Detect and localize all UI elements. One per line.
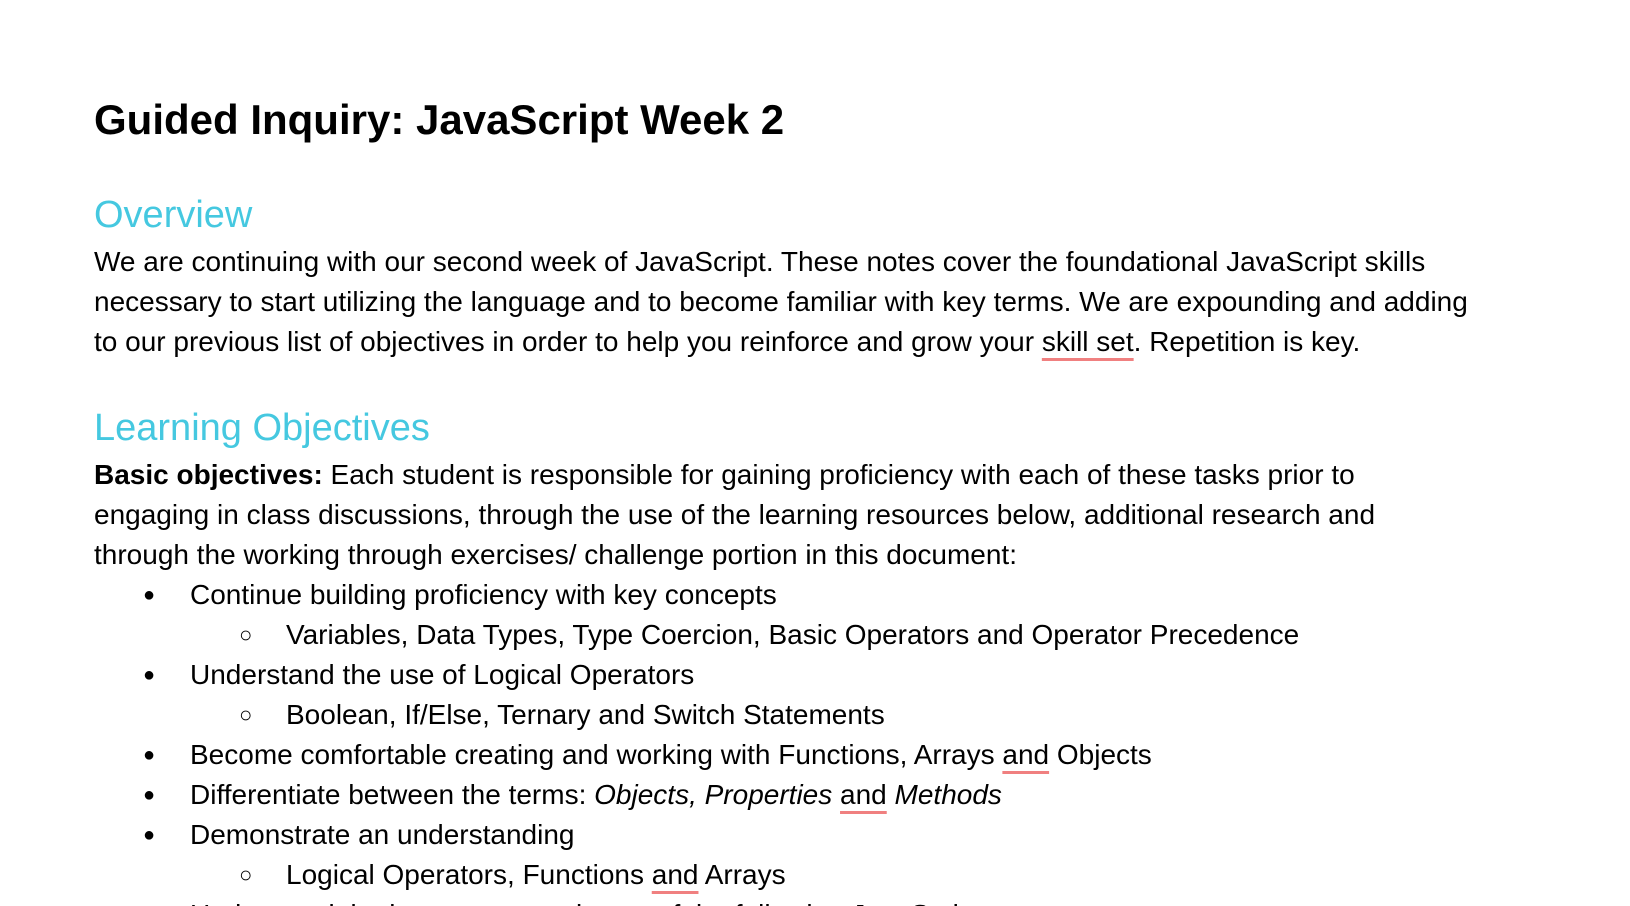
bullet-icon: ● [143,784,156,806]
bullet-icon: ● [143,744,156,766]
list-item-text: Become comfortable creating and working … [190,735,1152,775]
list-item-space [887,779,895,810]
bullet-icon: ● [143,664,156,686]
list-item-text-b: Arrays [698,859,786,890]
list-item: ● Demonstrate an understanding [0,815,1630,855]
list-item: ○ Variables, Data Types, Type Coercion, … [0,615,1630,655]
objectives-intro-line-3: through the working through exercises/ c… [94,539,1017,570]
list-item-text: Boolean, If/Else, Ternary and Switch Sta… [286,699,885,730]
objectives-intro-text-1: Each student is responsible for gaining … [322,459,1355,490]
sub-bullet-icon: ○ [239,862,253,887]
bullet-icon: ● [143,824,156,846]
list-item-text: Variables, Data Types, Type Coercion, Ba… [286,619,1300,650]
list-item-text: Demonstrate an understanding [190,819,575,850]
list-item-text: Logical Operators, Functions and Arrays [286,855,786,895]
spellcheck-flagged-word[interactable]: and [652,859,699,890]
italic-term-methods: Methods [894,779,1002,810]
list-item-text-a: Differentiate between the terms: [190,779,595,810]
list-item-text: Continue building proficiency with key c… [190,579,777,610]
list-item: ● Differentiate between the terms: Objec… [0,775,1630,815]
italic-term-objects-properties: Objects, Properties [594,779,833,810]
overview-line-3-text-a: to our previous list of objectives in or… [94,326,1042,357]
list-item-space [832,779,840,810]
sub-bullet-icon: ○ [239,622,253,647]
list-item: ● Understand the importance and uses of … [0,895,1630,906]
sub-bullet-icon: ○ [239,702,253,727]
overview-paragraph: We are continuing with our second week o… [94,242,1554,362]
list-item-text-a: Become comfortable creating and working … [190,739,1003,770]
objectives-intro-paragraph: Basic objectives: Each student is respon… [94,455,1554,575]
bullet-icon: ● [143,584,156,606]
objectives-intro-line-2: engaging in class discussions, through t… [94,499,1376,530]
overview-line-1: We are continuing with our second week o… [94,246,1426,277]
list-item: ○ Logical Operators, Functions and Array… [0,855,1630,895]
list-item: ● Become comfortable creating and workin… [0,735,1630,775]
list-item: ● Continue building proficiency with key… [0,575,1630,615]
objectives-list: ● Continue building proficiency with key… [0,575,1630,906]
list-item-text-b: Objects [1049,739,1152,770]
list-item: ○ Boolean, If/Else, Ternary and Switch S… [0,695,1630,735]
list-item-text: Understand the importance and uses of th… [190,895,1006,906]
list-item: ● Understand the use of Logical Operator… [0,655,1630,695]
spellcheck-flagged-word[interactable]: and [840,779,887,810]
document-page: Guided Inquiry: JavaScript Week 2 Overvi… [0,0,1630,906]
document-title: Guided Inquiry: JavaScript Week 2 [94,96,785,143]
bullet-icon: ● [143,895,155,906]
objectives-intro-line-1: Basic objectives: Each student is respon… [94,455,1554,495]
basic-objectives-label: Basic objectives: [94,459,323,490]
overview-heading: Overview [94,194,253,236]
learning-objectives-heading: Learning Objectives [94,407,430,449]
spellcheck-flagged-word[interactable]: and [1002,739,1049,770]
overview-line-3-text-b: . Repetition is key. [1133,326,1361,357]
list-item-text: Differentiate between the terms: Objects… [190,775,1002,815]
overview-line-2: necessary to start utilizing the languag… [94,286,1468,317]
list-item-text-a: Logical Operators, Functions [286,859,652,890]
overview-line-3: to our previous list of objectives in or… [94,322,1554,362]
spellcheck-flagged-word[interactable]: skill set [1042,326,1134,357]
list-item-text: Understand the use of Logical Operators [190,659,695,690]
